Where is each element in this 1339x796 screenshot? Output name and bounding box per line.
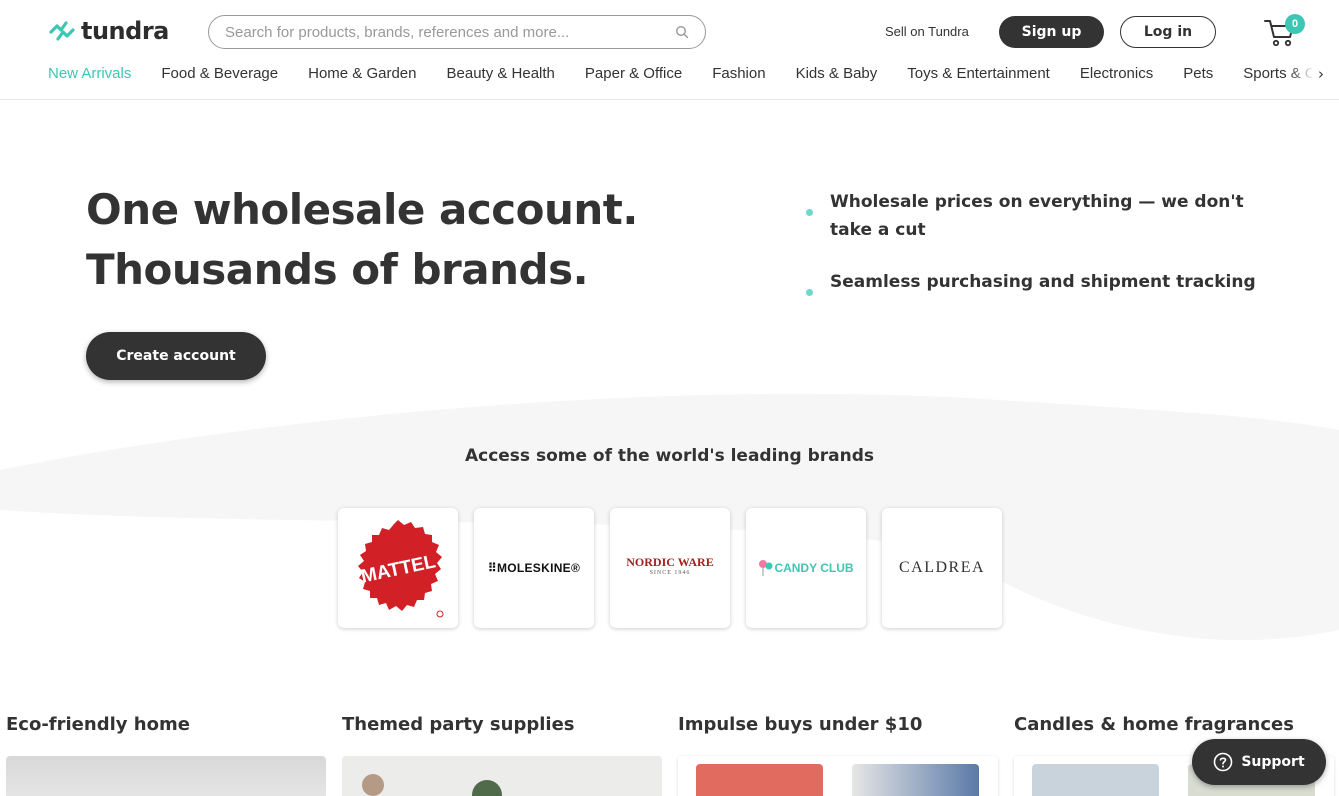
caldrea-logo-text: CALDREA	[898, 559, 986, 576]
sell-on-tundra-link[interactable]: Sell on Tundra	[885, 24, 969, 39]
nav-item-paper-office[interactable]: Paper & Office	[585, 64, 682, 86]
nav-item-new-arrivals[interactable]: New Arrivals	[48, 64, 131, 86]
nav-item-home-garden[interactable]: Home & Garden	[308, 64, 416, 86]
search-icon[interactable]	[675, 25, 689, 39]
nav-item-beauty-health[interactable]: Beauty & Health	[447, 64, 555, 86]
tundra-logo-icon	[49, 21, 75, 41]
bullet-dot-icon	[806, 289, 813, 296]
nav-item-toys-entertainment[interactable]: Toys & Entertainment	[907, 64, 1050, 86]
brand-card-caldrea[interactable]: CALDREA	[882, 508, 1002, 628]
nordic-ware-logo-text: NORDIC WARE	[626, 555, 714, 569]
brand-card-candy-club[interactable]: CANDY CLUB	[746, 508, 866, 628]
party-decor-image	[362, 774, 384, 796]
category-title-impulse-buys[interactable]: Impulse buys under $10	[678, 714, 922, 735]
candle-image-1	[1032, 764, 1159, 796]
benefit-item: Seamless purchasing and shipment trackin…	[806, 268, 1256, 296]
brand-card-mattel[interactable]: MATTEL	[338, 508, 458, 628]
sign-up-button[interactable]: Sign up	[999, 16, 1104, 48]
brand-card-moleskine[interactable]: ⠿MOLESKINE®	[474, 508, 594, 628]
nav-item-food-beverage[interactable]: Food & Beverage	[161, 64, 278, 86]
plant-image	[472, 780, 502, 796]
mattel-logo: MATTEL	[358, 520, 444, 618]
nordic-ware-since: SINCE 1946	[649, 570, 691, 576]
support-button[interactable]: Support	[1192, 739, 1326, 785]
benefit-item: Wholesale prices on everything — we don'…	[806, 188, 1256, 244]
brands-section-title: Access some of the world's leading brand…	[464, 446, 875, 466]
candy-club-logo-text: CANDY CLUB	[774, 561, 854, 575]
nav-item-kids-baby[interactable]: Kids & Baby	[796, 64, 878, 86]
log-in-button[interactable]: Log in	[1120, 16, 1216, 48]
nordic-ware-logo: NORDIC WARE SINCE 1946	[626, 555, 714, 579]
product-image-1	[696, 764, 823, 796]
logo-text: tundra	[81, 17, 169, 45]
candy-club-logo: CANDY CLUB	[758, 559, 854, 577]
moleskine-logo-text: ⠿MOLESKINE®	[487, 561, 581, 575]
category-title-candles[interactable]: Candles & home fragrances	[1014, 714, 1294, 735]
brand-logos: MATTEL ⠿MOLESKINE® NORDIC WARE SINCE 194…	[338, 508, 1018, 628]
nav-item-fashion[interactable]: Fashion	[712, 64, 765, 86]
lollipop-icon	[759, 560, 773, 576]
category-card-party-supplies[interactable]	[342, 756, 662, 796]
cart-count-badge: 0	[1285, 14, 1305, 34]
nav-scroll-right-icon[interactable]: ›	[1318, 64, 1324, 84]
category-card-impulse-buys[interactable]	[678, 756, 998, 796]
support-label: Support	[1241, 754, 1305, 770]
search-bar	[208, 15, 706, 49]
benefit-text: Seamless purchasing and shipment trackin…	[830, 272, 1256, 292]
brand-card-nordic-ware[interactable]: NORDIC WARE SINCE 1946	[610, 508, 730, 628]
category-nav: New Arrivals Food & Beverage Home & Gard…	[48, 64, 1312, 86]
logo[interactable]: tundra	[48, 17, 169, 45]
hero-title-line-2: Thousands of brands.	[86, 245, 589, 294]
site-header: tundra Sell on Tundra Sign up Log in 0 N…	[0, 0, 1339, 100]
category-card-eco-friendly[interactable]	[6, 756, 326, 796]
create-account-button[interactable]: Create account	[86, 332, 266, 380]
search-input[interactable]	[225, 23, 675, 41]
product-image-2	[852, 764, 979, 796]
bullet-dot-icon	[806, 209, 813, 216]
benefits-list: Wholesale prices on everything — we don'…	[806, 188, 1256, 320]
category-title-eco-friendly[interactable]: Eco-friendly home	[6, 714, 190, 735]
nav-item-electronics[interactable]: Electronics	[1080, 64, 1153, 86]
nav-fade	[1290, 62, 1314, 88]
help-icon	[1214, 752, 1233, 772]
benefit-text: Wholesale prices on everything — we don'…	[830, 192, 1244, 240]
hero-title: One wholesale account. Thousands of bran…	[86, 180, 638, 300]
hero-title-line-1: One wholesale account.	[86, 185, 638, 234]
nav-item-pets[interactable]: Pets	[1183, 64, 1213, 86]
category-title-party-supplies[interactable]: Themed party supplies	[342, 714, 575, 735]
